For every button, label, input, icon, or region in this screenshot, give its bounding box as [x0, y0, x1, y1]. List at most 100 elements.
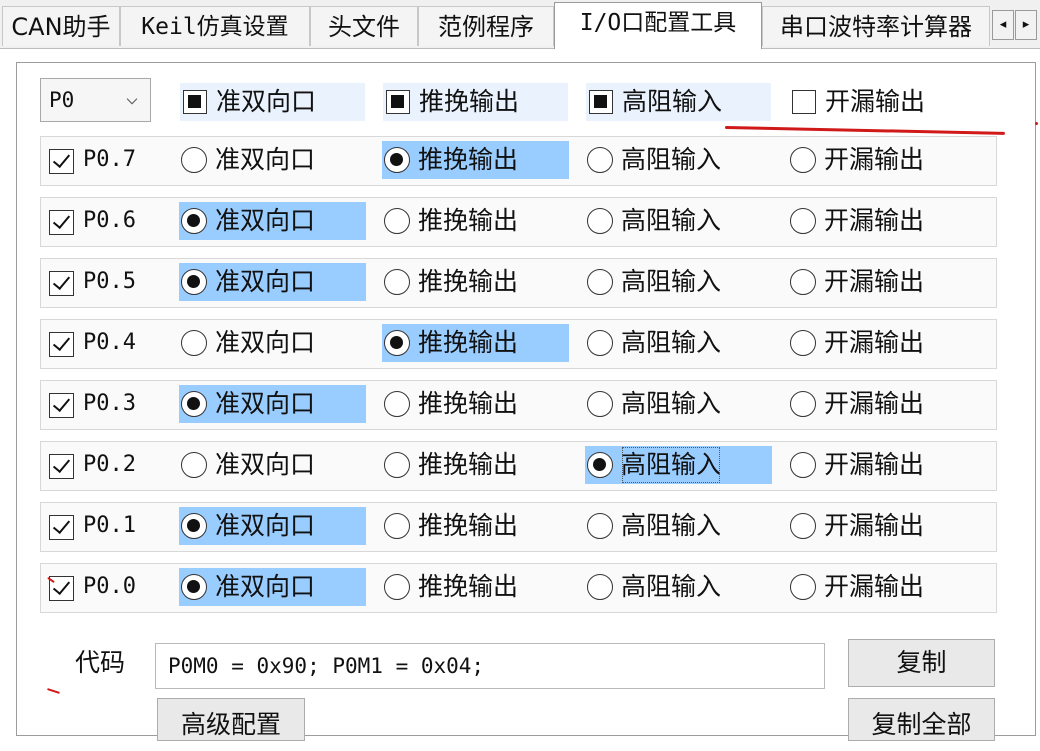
checkbox-checked-icon[interactable] [49, 454, 74, 479]
radio-unselected-icon[interactable] [384, 208, 410, 234]
radio-unselected-icon[interactable] [587, 391, 613, 417]
mode-label: 开漏输出 [824, 389, 925, 418]
mode-radio-high-impedance[interactable]: 高阻输入 [585, 141, 772, 179]
radio-unselected-icon[interactable] [790, 269, 816, 295]
mode-radio-high-impedance[interactable]: 高阻输入 [585, 507, 772, 545]
checkbox-checked-icon[interactable] [49, 515, 74, 540]
mode-label: 高阻输入 [621, 389, 722, 418]
mode-radio-open-drain[interactable]: 开漏输出 [788, 568, 975, 606]
mode-radio-open-drain[interactable]: 开漏输出 [788, 263, 975, 301]
mode-label: 开漏输出 [824, 450, 925, 479]
radio-unselected-icon[interactable] [587, 147, 613, 173]
radio-selected-icon[interactable] [181, 208, 207, 234]
mode-radio-push-pull[interactable]: 推挽输出 [382, 141, 569, 179]
radio-unselected-icon[interactable] [587, 208, 613, 234]
checkbox-checked-icon[interactable] [49, 210, 74, 235]
mode-radio-quasi-bidirectional[interactable]: 准双向口 [179, 141, 366, 179]
tab-scroll-right-icon[interactable]: ▸ [1015, 10, 1037, 40]
radio-unselected-icon[interactable] [181, 147, 207, 173]
mode-radio-quasi-bidirectional[interactable]: 准双向口 [179, 446, 366, 484]
tab-baud-calculator[interactable]: 串口波特率计算器 [762, 6, 990, 46]
radio-selected-icon[interactable] [384, 330, 410, 356]
copy-button[interactable]: 复制 [848, 639, 995, 687]
mode-radio-quasi-bidirectional[interactable]: 准双向口 [179, 568, 366, 606]
radio-selected-icon[interactable] [587, 452, 613, 478]
indeterminate-checkbox-icon[interactable] [386, 90, 410, 114]
tab-scroll-left-icon[interactable]: ◂ [992, 10, 1014, 40]
mode-label: 推挽输出 [418, 511, 519, 540]
radio-unselected-icon[interactable] [587, 574, 613, 600]
radio-unselected-icon[interactable] [790, 574, 816, 600]
mode-label: 准双向口 [215, 267, 316, 296]
radio-unselected-icon[interactable] [587, 513, 613, 539]
mode-radio-quasi-bidirectional[interactable]: 准双向口 [179, 507, 366, 545]
radio-unselected-icon[interactable] [790, 330, 816, 356]
mode-radio-quasi-bidirectional[interactable]: 准双向口 [179, 263, 366, 301]
mode-radio-high-impedance[interactable]: 高阻输入 [585, 446, 772, 484]
mode-radio-push-pull[interactable]: 推挽输出 [382, 568, 569, 606]
mode-radio-push-pull[interactable]: 推挽输出 [382, 263, 569, 301]
radio-unselected-icon[interactable] [790, 452, 816, 478]
mode-radio-high-impedance[interactable]: 高阻输入 [585, 263, 772, 301]
mode-radio-open-drain[interactable]: 开漏输出 [788, 202, 975, 240]
mode-radio-open-drain[interactable]: 开漏输出 [788, 385, 975, 423]
radio-unselected-icon[interactable] [181, 330, 207, 356]
radio-unselected-icon[interactable] [384, 269, 410, 295]
mode-radio-quasi-bidirectional[interactable]: 准双向口 [179, 202, 366, 240]
mode-radio-push-pull[interactable]: 推挽输出 [382, 507, 569, 545]
tab-keil-simulation[interactable]: Keil仿真设置 [120, 6, 310, 46]
radio-unselected-icon[interactable] [790, 513, 816, 539]
mode-radio-push-pull[interactable]: 推挽输出 [382, 202, 569, 240]
mode-radio-high-impedance[interactable]: 高阻输入 [585, 202, 772, 240]
tab-header-files[interactable]: 头文件 [310, 6, 418, 46]
radio-unselected-icon[interactable] [384, 574, 410, 600]
header-mode-quasi-bidirectional[interactable]: 准双向口 [180, 83, 365, 121]
header-mode-push-pull[interactable]: 推挽输出 [383, 83, 568, 121]
tab-examples[interactable]: 范例程序 [418, 6, 554, 46]
copy-all-button[interactable]: 复制全部 [848, 698, 995, 741]
radio-unselected-icon[interactable] [384, 513, 410, 539]
checkbox-icon[interactable] [792, 90, 816, 114]
mode-radio-open-drain[interactable]: 开漏输出 [788, 324, 975, 362]
mode-radio-quasi-bidirectional[interactable]: 准双向口 [179, 385, 366, 423]
mode-radio-quasi-bidirectional[interactable]: 准双向口 [179, 324, 366, 362]
mode-radio-open-drain[interactable]: 开漏输出 [788, 507, 975, 545]
radio-unselected-icon[interactable] [790, 208, 816, 234]
advanced-config-button[interactable]: 高级配置 [157, 698, 305, 741]
radio-unselected-icon[interactable] [384, 391, 410, 417]
header-mode-high-impedance[interactable]: 高阻输入 [586, 83, 771, 121]
code-output-field[interactable]: P0M0 = 0x90; P0M1 = 0x04; [155, 643, 825, 689]
indeterminate-checkbox-icon[interactable] [183, 90, 207, 114]
mode-radio-high-impedance[interactable]: 高阻输入 [585, 568, 772, 606]
header-mode-open-drain[interactable]: 开漏输出 [789, 83, 974, 121]
radio-unselected-icon[interactable] [384, 452, 410, 478]
checkbox-checked-icon[interactable] [49, 271, 74, 296]
radio-unselected-icon[interactable] [790, 147, 816, 173]
radio-selected-icon[interactable] [384, 147, 410, 173]
mode-radio-high-impedance[interactable]: 高阻输入 [585, 385, 772, 423]
checkbox-checked-icon[interactable] [49, 393, 74, 418]
radio-unselected-icon[interactable] [587, 269, 613, 295]
radio-selected-icon[interactable] [181, 513, 207, 539]
mode-radio-push-pull[interactable]: 推挽输出 [382, 446, 569, 484]
mode-radio-open-drain[interactable]: 开漏输出 [788, 446, 975, 484]
radio-unselected-icon[interactable] [587, 330, 613, 356]
tab-can-helper[interactable]: CAN助手 [2, 6, 120, 46]
mode-radio-open-drain[interactable]: 开漏输出 [788, 141, 975, 179]
radio-selected-icon[interactable] [181, 574, 207, 600]
mode-label: 开漏输出 [824, 267, 925, 296]
tab-io-config-tool[interactable]: I/O口配置工具 [554, 2, 762, 49]
mode-radio-push-pull[interactable]: 推挽输出 [382, 385, 569, 423]
checkbox-checked-icon[interactable] [49, 332, 74, 357]
radio-selected-icon[interactable] [181, 269, 207, 295]
mode-label: 高阻输入 [621, 206, 722, 235]
mode-label: 推挽输出 [418, 450, 519, 479]
radio-selected-icon[interactable] [181, 391, 207, 417]
mode-radio-high-impedance[interactable]: 高阻输入 [585, 324, 772, 362]
radio-unselected-icon[interactable] [790, 391, 816, 417]
mode-radio-push-pull[interactable]: 推挽输出 [382, 324, 569, 362]
indeterminate-checkbox-icon[interactable] [589, 90, 613, 114]
port-select[interactable]: P0 ⌵ [40, 78, 151, 122]
checkbox-checked-icon[interactable] [49, 149, 74, 174]
radio-unselected-icon[interactable] [181, 452, 207, 478]
